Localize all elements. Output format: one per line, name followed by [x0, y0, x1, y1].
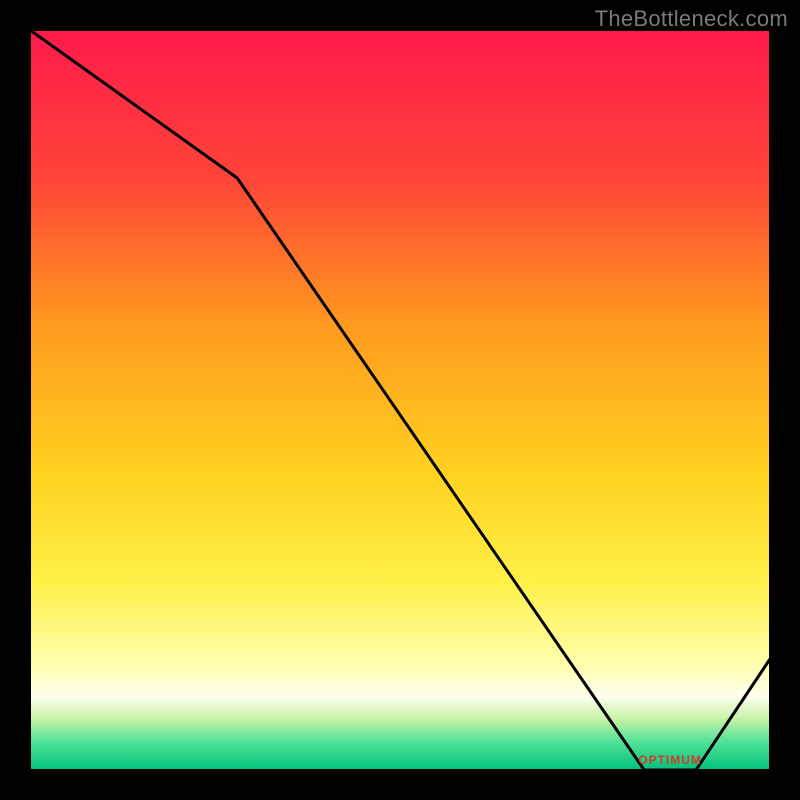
optimum-label: OPTIMUM	[638, 753, 702, 767]
chart-svg: OPTIMUM	[30, 30, 770, 770]
plot-area: OPTIMUM	[30, 30, 770, 770]
chart-stage: TheBottleneck.com OPTIMUM	[0, 0, 800, 800]
attribution-text: TheBottleneck.com	[595, 6, 788, 32]
gradient-background	[30, 30, 770, 770]
